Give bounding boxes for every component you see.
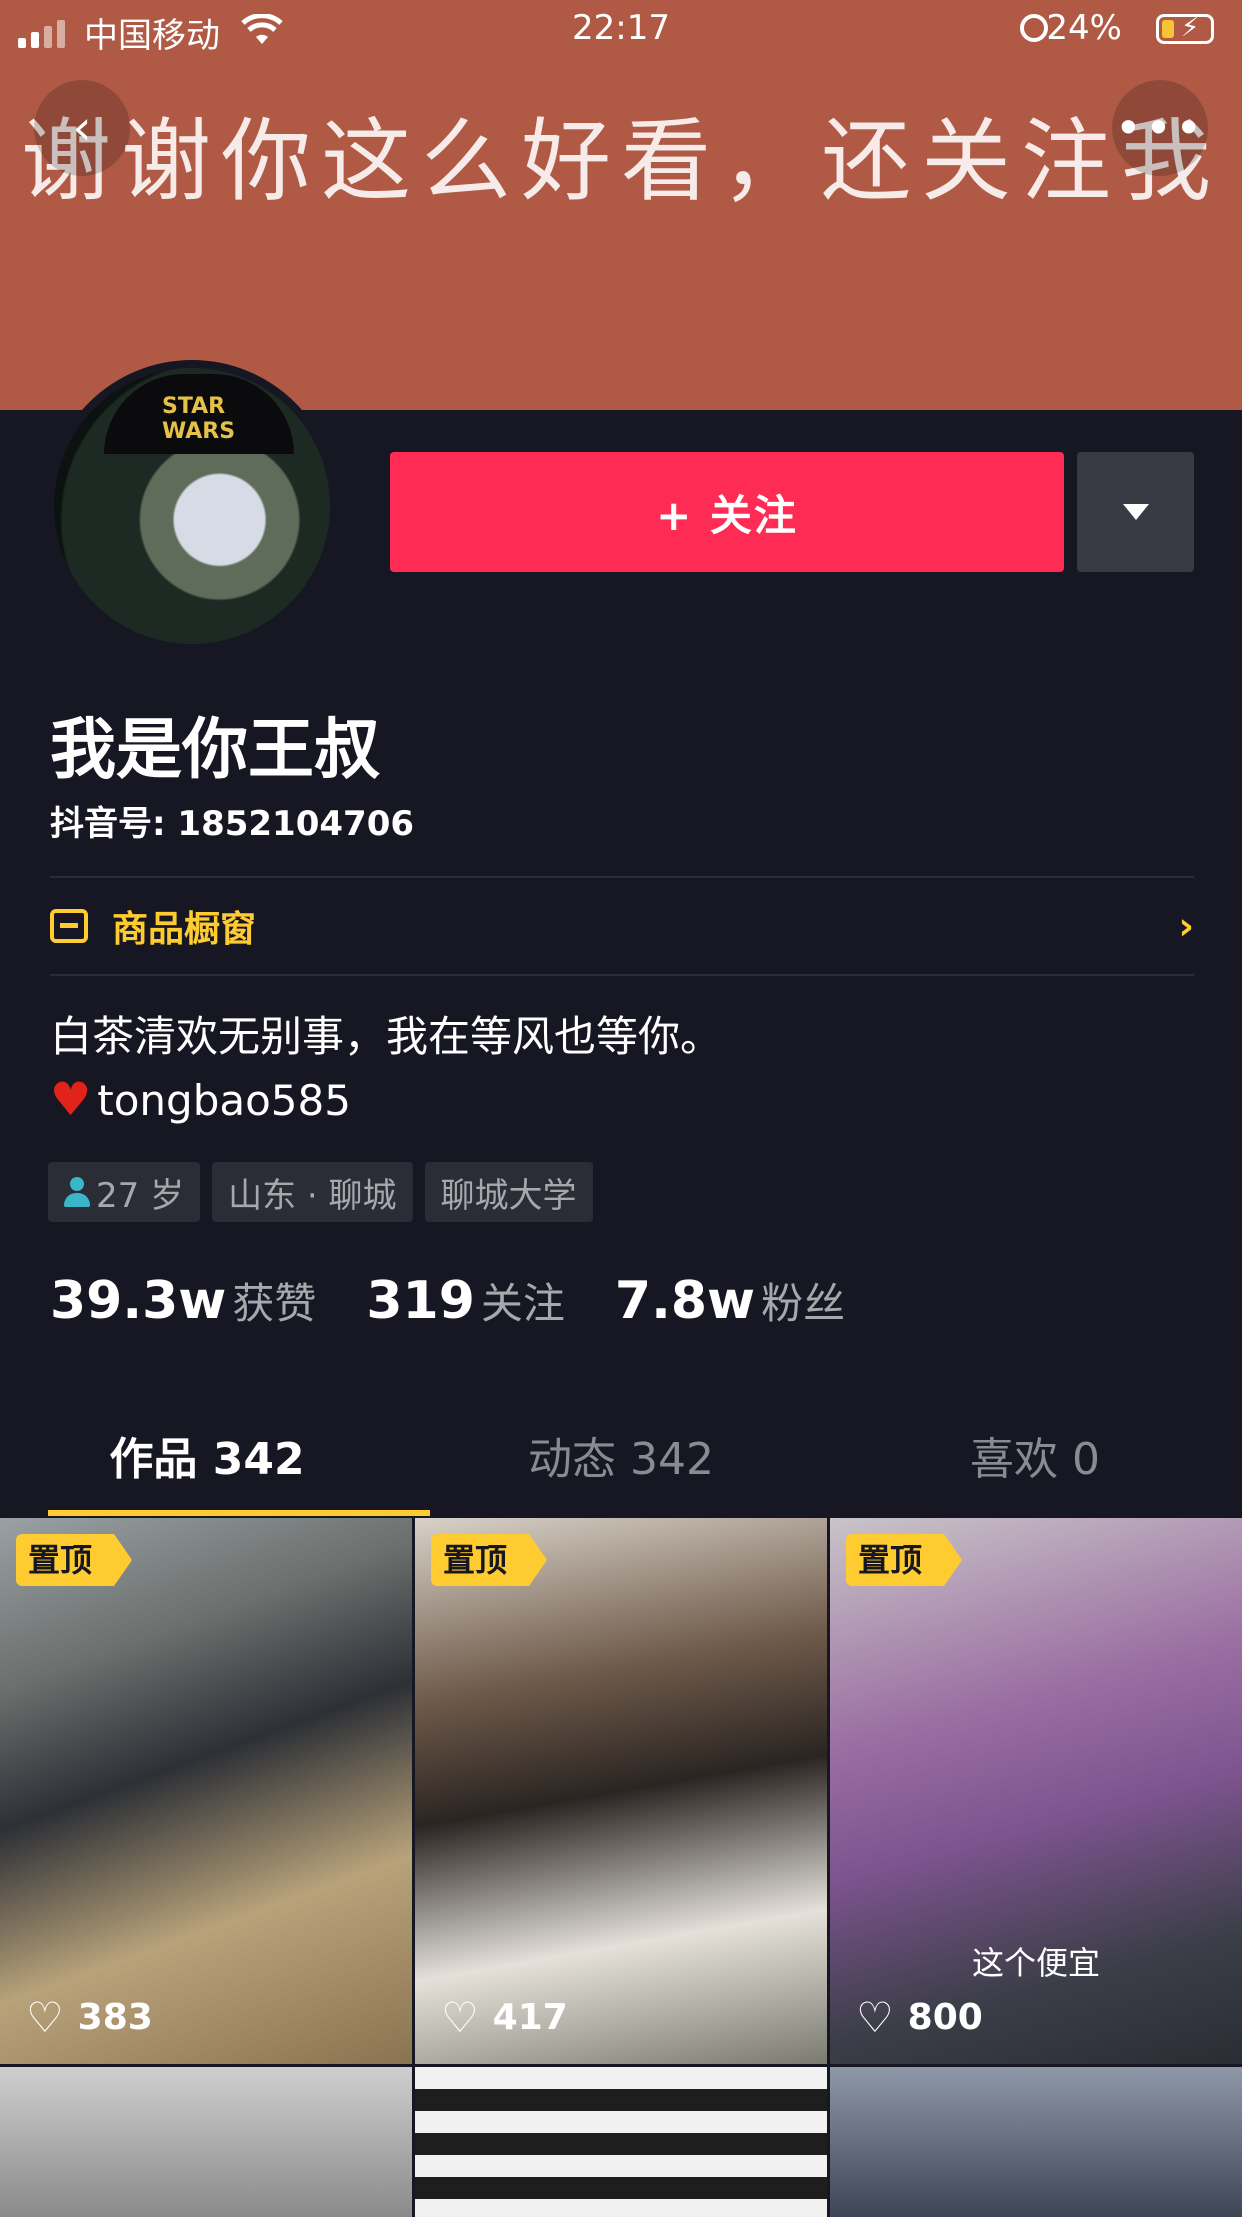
divider	[50, 974, 1194, 976]
heart-icon: ♡	[441, 1993, 479, 2042]
video-caption: 这个便宜	[971, 1944, 1100, 1982]
video-thumbnail[interactable]	[415, 2067, 827, 2217]
shop-window-row[interactable]: 商品橱窗 ›	[50, 880, 1194, 972]
shop-icon	[50, 909, 88, 943]
video-thumbnail[interactable]	[830, 2067, 1242, 2217]
umbrella-logo: STAR WARS	[162, 394, 236, 444]
profile-name: 我是你王叔	[50, 711, 380, 788]
pinned-badge: 置顶	[431, 1534, 548, 1586]
school-tag: 聊城大学	[424, 1162, 593, 1222]
followers-stat[interactable]: 7.8w 粉丝	[615, 1270, 845, 1331]
more-icon: •••	[1114, 101, 1206, 155]
like-count: ♡ 417	[441, 1993, 568, 2042]
douyin-id: 抖音号: 1852104706	[50, 804, 415, 844]
pinned-badge: 置顶	[16, 1534, 133, 1586]
like-count: ♡ 383	[26, 1993, 153, 2042]
age-tag: 27 岁	[48, 1162, 201, 1222]
video-thumbnail[interactable]: 置顶 ♡ 383	[0, 1518, 412, 2064]
divider	[50, 876, 1194, 878]
profile-cover: 谢谢你这么好看，还关注我	[0, 0, 1242, 410]
video-thumbnail[interactable]: 置顶 ♡ 417	[415, 1518, 827, 2064]
tab-moments[interactable]: 动态 342	[414, 1410, 828, 1514]
following-stat[interactable]: 319 关注	[366, 1270, 565, 1331]
profile-tags: 27 岁 山东 · 聊城 聊城大学	[48, 1162, 593, 1222]
chevron-right-icon: ›	[1178, 904, 1194, 948]
back-icon: ‹	[72, 100, 92, 156]
cover-text: 谢谢你这么好看，还关注我	[21, 109, 1221, 214]
battery-percent: 24%	[1046, 8, 1122, 48]
tab-indicator	[48, 1510, 430, 1516]
video-thumbnail[interactable]	[0, 2067, 412, 2217]
umbrella-graphic: STAR WARS	[104, 374, 294, 454]
rotation-lock-icon	[1020, 14, 1048, 42]
heart-icon: ♡	[856, 1993, 894, 2042]
profile-stats: 39.3w 获赞 319 关注 7.8w 粉丝	[50, 1270, 845, 1331]
recommend-dropdown-button[interactable]	[1077, 452, 1194, 572]
bio-line: 白茶清欢无别事，我在等风也等你。	[50, 1012, 723, 1061]
heart-emoji-icon: ♥	[50, 1072, 92, 1126]
video-thumbnail[interactable]: 置顶 这个便宜 ♡ 800	[830, 1518, 1242, 2064]
heart-icon: ♡	[26, 1993, 64, 2042]
status-bar: 中国移动 22:17 24% ⚡	[0, 0, 1242, 60]
bio-line: tongbao585	[97, 1076, 351, 1125]
shop-label: 商品橱窗	[112, 909, 257, 950]
more-button[interactable]: •••	[1112, 80, 1208, 176]
avatar-image: STAR WARS	[54, 368, 330, 644]
follow-button[interactable]: + 关注	[390, 452, 1064, 572]
triangle-down-icon	[1122, 504, 1149, 520]
bio: 白茶清欢无别事，我在等风也等你。 ♥ tongbao585	[50, 1006, 722, 1132]
content-tabs: 作品 342 动态 342 喜欢 0	[0, 1410, 1242, 1514]
pinned-badge: 置顶	[846, 1534, 963, 1586]
tab-works[interactable]: 作品 342	[0, 1410, 414, 1514]
likes-stat[interactable]: 39.3w 获赞	[50, 1270, 316, 1331]
location-tag: 山东 · 聊城	[212, 1162, 413, 1222]
person-icon	[64, 1177, 90, 1207]
avatar[interactable]: STAR WARS	[46, 360, 338, 652]
like-count: ♡ 800	[856, 1993, 983, 2042]
back-button[interactable]: ‹	[34, 80, 130, 176]
tab-likes[interactable]: 喜欢 0	[828, 1410, 1242, 1514]
battery-icon: ⚡	[1156, 13, 1214, 44]
